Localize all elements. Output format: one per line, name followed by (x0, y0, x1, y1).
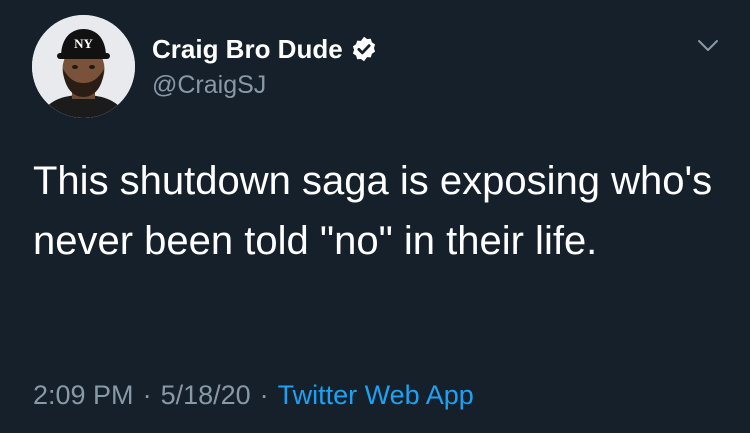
tweet-date[interactable]: 5/18/20 (161, 380, 251, 410)
verified-badge-icon (350, 35, 378, 63)
tweet-text: This shutdown saga is exposing who's nev… (33, 159, 713, 263)
chevron-down-icon[interactable] (694, 36, 722, 56)
separator-dot: · (142, 380, 152, 410)
tweet-card: NY Craig Bro Dude @CraigSJ This shutdown… (0, 0, 750, 433)
profile-photo-icon: NY (32, 15, 135, 118)
user-handle[interactable]: @CraigSJ (152, 71, 266, 100)
svg-text:NY: NY (74, 36, 93, 51)
tweet-metadata: 2:09 PM · 5/18/20 · Twitter Web App (33, 380, 474, 411)
display-name[interactable]: Craig Bro Dude (152, 34, 343, 65)
tweet-time[interactable]: 2:09 PM (33, 380, 134, 410)
tweet-source-link[interactable]: Twitter Web App (278, 380, 474, 410)
separator-dot: · (259, 380, 269, 410)
avatar[interactable]: NY (32, 15, 135, 118)
author-name-row: Craig Bro Dude (152, 33, 378, 65)
